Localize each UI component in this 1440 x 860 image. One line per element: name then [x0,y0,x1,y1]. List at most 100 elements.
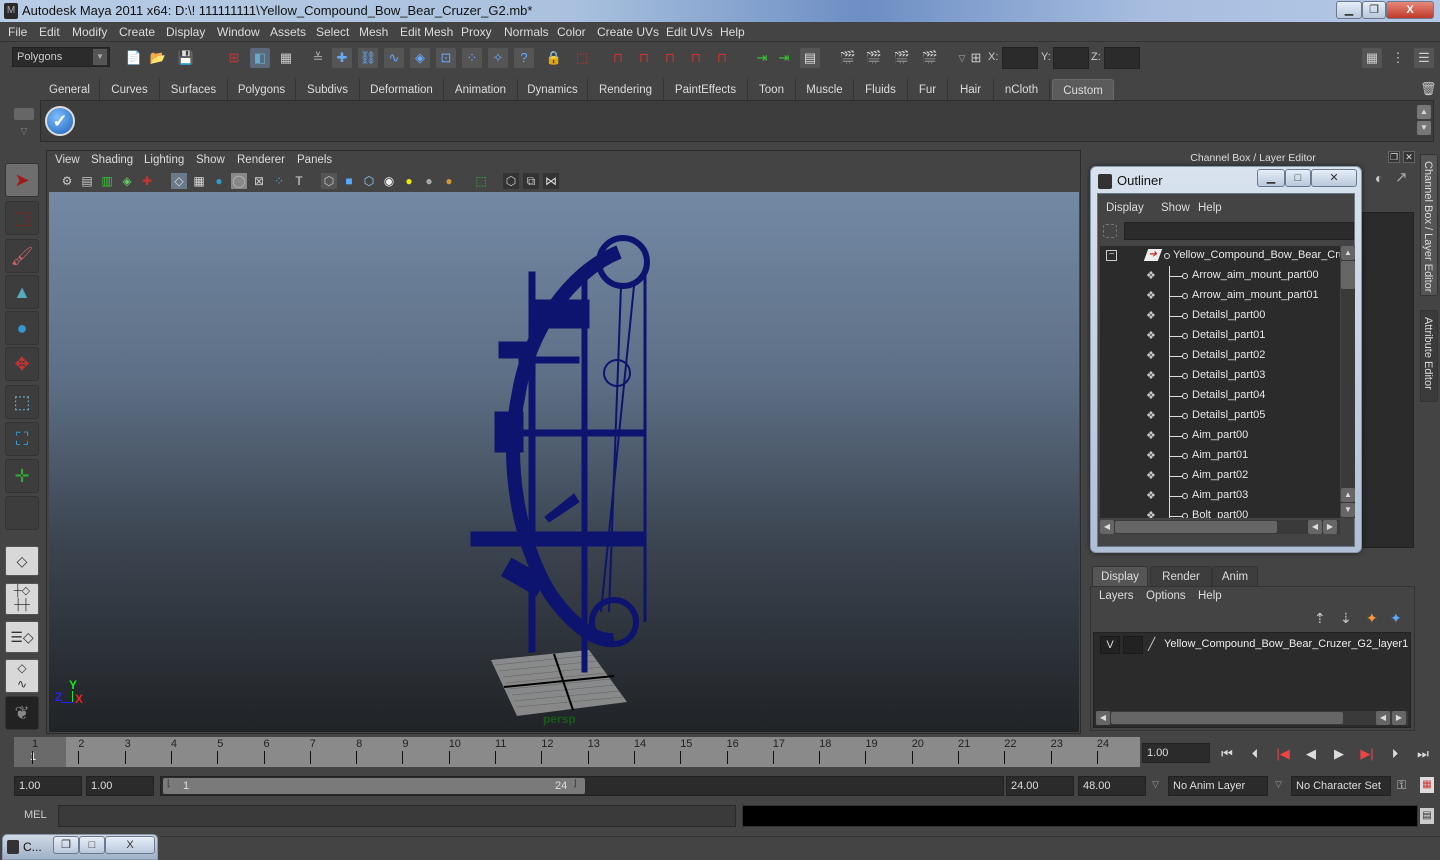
menu-create[interactable]: Create [119,25,155,39]
input-connections-icon[interactable]: ⇥ [752,48,772,68]
snap-surfaces-icon[interactable]: ◈ [410,48,430,68]
restore-button[interactable]: ❐ [1362,1,1386,19]
shelf-tab-muscle[interactable]: Muscle [796,79,854,101]
play-forwards-icon[interactable]: ▶ [1330,745,1348,763]
current-frame-field[interactable]: 1.00 [1142,743,1210,763]
render-settings-icon[interactable]: 🎬 [920,48,940,68]
construction-history-icon[interactable]: ⊓ [608,48,628,68]
outliner-search-input[interactable] [1124,222,1354,240]
gate-mask-icon[interactable]: ◯ [231,173,247,189]
collapse-icon[interactable]: − [1106,250,1117,261]
channel-box-toggle-icon[interactable]: ☰ [1414,48,1434,68]
trash-icon[interactable]: 🗑 [1420,81,1437,97]
manipulator-arrow-icon[interactable]: ↗ [1395,168,1408,186]
viewport-menu-view[interactable]: View [55,154,80,166]
high-quality-icon[interactable]: ● [441,173,457,189]
attribute-editor-toggle-icon[interactable]: ▦ [1362,48,1382,68]
step-back-key-icon[interactable]: ⏴ [1246,745,1264,763]
xray-icon[interactable]: ⬡ [503,173,519,189]
current-frame-marker[interactable] [14,737,66,767]
shelf-tab-surfaces[interactable]: Surfaces [160,79,228,101]
snap-handles-icon[interactable]: ✧ [488,48,508,68]
viewport-menu-renderer[interactable]: Renderer [237,154,285,166]
playback-end-field[interactable]: 24.00 [1006,776,1074,796]
image-plane-icon[interactable]: ◈ [119,173,135,189]
layer-display-type-toggle[interactable] [1123,636,1143,654]
outliner-horizontal-scrollbar[interactable]: ◀ ◀ ▶ [1100,520,1340,534]
render-frame-icon[interactable]: 🎬 [864,48,884,68]
outliner-minimize-button[interactable]: ▁ [1257,169,1285,187]
select-tool-button[interactable]: ➤ [5,163,39,197]
lock-icon[interactable]: 🔒 [544,48,564,68]
bookmarks-icon[interactable]: ▥ [99,173,115,189]
go-to-start-icon[interactable]: ⏮ [1218,745,1236,763]
maya-logo-button[interactable]: ❦ [5,696,39,730]
four-view-layout-button[interactable]: ┼◇ ┼┼ [5,583,39,615]
minimize-button[interactable]: ▁ [1336,1,1362,19]
outliner-item[interactable]: ❖ Detailsl_part01 [1100,326,1340,346]
layer-tab-render[interactable]: Render [1150,566,1212,586]
scroll-right-button[interactable]: ▶ [1392,711,1406,725]
rotate-tool-button[interactable]: ● [5,311,39,345]
scroll-up-button-lower[interactable]: ▲ [1341,488,1355,502]
outliner-item[interactable]: ❖ Detailsl_part05 [1100,406,1340,426]
layer-name[interactable]: Yellow_Compound_Bow_Bear_Cruzer_G2_layer… [1164,638,1408,650]
magnet-surface-icon[interactable]: ⊓ [686,48,706,68]
viewport-menu-panels[interactable]: Panels [297,154,332,166]
outliner-root-item[interactable]: − ➔ Yellow_Compound_Bow_Bear_Cruz [1100,246,1340,266]
shelf-tab-ncloth[interactable]: nCloth [994,79,1050,101]
close-button[interactable]: X [1386,1,1434,19]
step-forward-key-icon[interactable]: ⏵ [1386,745,1404,763]
character-set-selector[interactable]: No Character Set [1291,776,1391,796]
two-d-pan-zoom-icon[interactable]: ✚ [139,173,155,189]
render-view-icon[interactable]: 🎬 [838,48,858,68]
select-by-object-icon[interactable]: ◧ [250,48,270,68]
menu-normals[interactable]: Normals [504,25,549,39]
magnet-curve-icon[interactable]: ⊓ [634,48,654,68]
outliner-item[interactable]: ❖ Arrow_aim_mount_part00 [1100,266,1340,286]
menu-display[interactable]: Display [166,25,205,39]
layer-tab-anim[interactable]: Anim [1212,566,1258,586]
step-forward-frame-icon[interactable]: ▶| [1358,745,1376,763]
command-input[interactable] [58,805,736,827]
layer-menu-help[interactable]: Help [1198,590,1222,602]
scroll-left-button[interactable]: ◀ [1100,520,1114,534]
character-set-dropdown-icon[interactable]: ▽ [1275,779,1282,790]
create-empty-layer-icon[interactable]: ✦ [1366,610,1378,627]
outliner-item[interactable]: ❖ Aim_part02 [1100,466,1340,486]
shelf-tab-deformation[interactable]: Deformation [360,79,444,101]
lasso-tool-button[interactable]: ⬚ [5,201,39,235]
menu-window[interactable]: Window [217,25,260,39]
shelf-menu-button[interactable] [14,108,34,120]
shelf-tab-fluids[interactable]: Fluids [854,79,908,101]
mask-icon[interactable]: ≚ [308,48,328,68]
range-handle-left-icon[interactable]: ⌊ [167,778,171,789]
command-language-label[interactable]: MEL [24,809,47,821]
viewport-menu-lighting[interactable]: Lighting [144,154,184,166]
animation-preferences-icon[interactable]: ▦ [1420,777,1434,793]
tool-settings-toggle-icon[interactable]: ⋮ [1388,48,1408,68]
menu-proxy[interactable]: Proxy [461,25,492,39]
outliner-item[interactable]: ❖ Detailsl_part03 [1100,366,1340,386]
perspective-viewport[interactable]: Y Z X persp [49,192,1079,732]
shelf-tab-polygons[interactable]: Polygons [228,79,296,101]
xray-joints-icon[interactable]: ⧉ [523,173,539,189]
outliner-persp-layout-button[interactable]: ☰◇ [5,621,39,653]
layer-tab-display[interactable]: Display [1092,566,1148,586]
shelf-tab-dynamics[interactable]: Dynamics [518,79,588,101]
menu-color[interactable]: Color [557,25,586,39]
show-manipulator-tool-button[interactable]: ✛ [5,459,39,493]
h-scroll-thumb[interactable] [1111,712,1343,724]
auto-key-icon[interactable]: ⚿ [1397,778,1406,793]
float-panel-icon[interactable]: ❐ [1388,151,1400,163]
snap-points-icon[interactable]: ⊡ [436,48,456,68]
shelf-tab-subdivs[interactable]: Subdivs [296,79,360,101]
snap-curves-icon[interactable]: ∿ [384,48,404,68]
transform-field-icon[interactable]: ⊞ [966,48,986,68]
script-editor-icon[interactable]: ▤ [1420,808,1434,824]
menu-assets[interactable]: Assets [270,25,306,39]
minimized-close-button[interactable]: X [105,836,155,854]
shelf-scroll-down-button[interactable]: ▼ [1417,121,1431,135]
range-handle-right-icon[interactable]: ⌋ [573,778,577,789]
menu-edit-mesh[interactable]: Edit Mesh [400,25,453,39]
